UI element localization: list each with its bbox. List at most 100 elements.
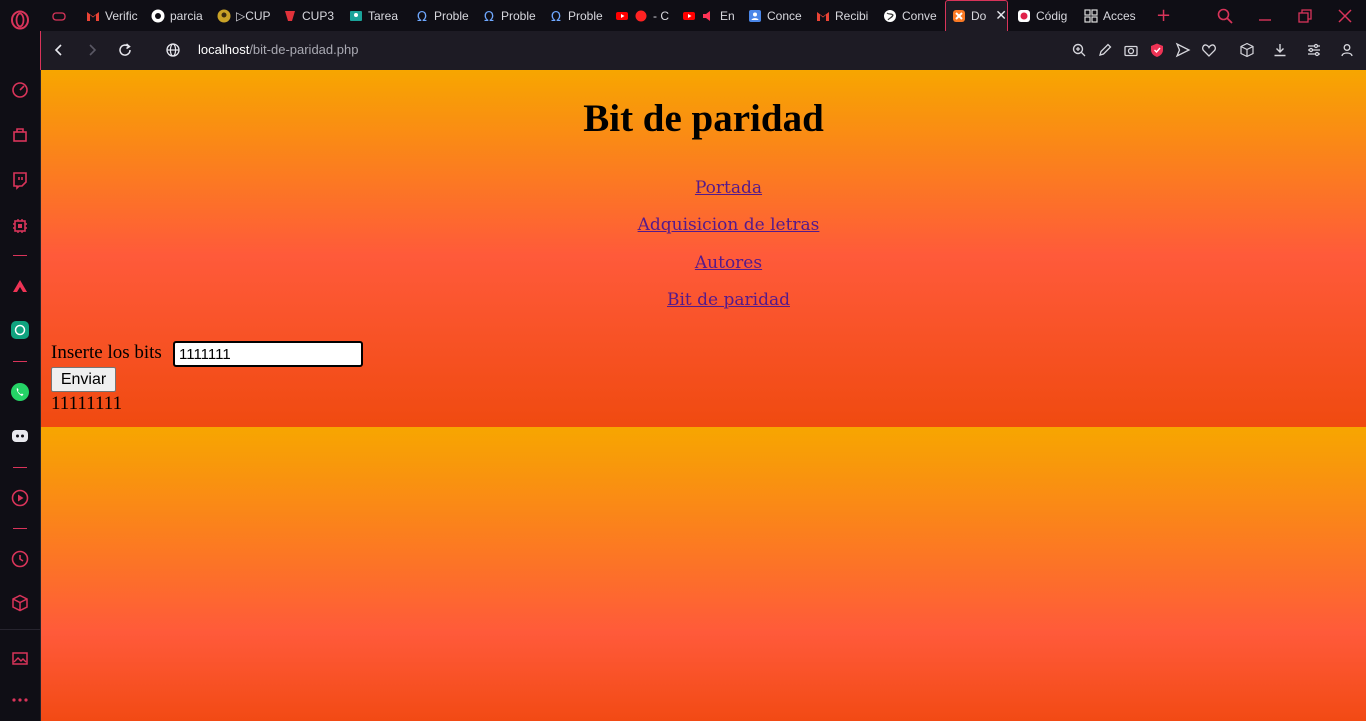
tab[interactable]: Ω Proble <box>476 0 544 31</box>
tab-label: Recibi <box>835 8 869 23</box>
page-viewport: Bit de paridad Portada Adquisicion de le… <box>41 70 1366 721</box>
tab-active[interactable]: Do ✕ <box>945 0 1008 31</box>
send-icon[interactable] <box>1173 40 1193 60</box>
cup-icon <box>283 9 297 23</box>
sidebar-divider <box>0 629 40 630</box>
page-title: Bit de paridad <box>583 97 824 140</box>
tab[interactable]: Verific <box>80 0 148 31</box>
back-icon[interactable] <box>49 40 69 60</box>
restore-icon[interactable] <box>1294 6 1316 26</box>
svg-text:Ω: Ω <box>417 10 427 23</box>
classroom-icon <box>349 9 363 23</box>
nav-link-autores[interactable]: Autores <box>41 253 1366 273</box>
nav-link-portada[interactable]: Portada <box>41 178 1366 198</box>
tab-label: Verific <box>105 8 138 23</box>
minimize-icon[interactable] <box>1254 6 1276 26</box>
zoom-icon[interactable] <box>1069 40 1089 60</box>
tab-label: - C <box>653 8 669 23</box>
camera-icon[interactable] <box>1121 40 1141 60</box>
download-icon[interactable] <box>1270 40 1290 60</box>
gamepad-icon <box>52 9 66 23</box>
extensions-icon[interactable] <box>1237 40 1257 60</box>
bits-label: Inserte los bits <box>51 342 162 363</box>
easy-setup-icon[interactable] <box>1304 40 1324 60</box>
reload-icon[interactable] <box>115 40 135 60</box>
record-icon <box>1017 9 1031 23</box>
youtube-icon <box>615 9 629 23</box>
omega-icon: Ω <box>549 9 563 23</box>
svg-text:Ω: Ω <box>484 10 494 23</box>
site-info-globe-icon[interactable] <box>163 40 183 60</box>
url-host: localhost <box>198 42 250 57</box>
avatar-icon <box>217 9 231 23</box>
grid-icon <box>1084 8 1098 23</box>
forward-icon[interactable] <box>82 40 102 60</box>
more-icon[interactable] <box>8 688 32 712</box>
chatgpt-icon[interactable] <box>8 318 32 342</box>
player-icon[interactable] <box>8 486 32 510</box>
tab-label: Do <box>971 9 987 23</box>
tab[interactable]: Ω Proble <box>543 0 611 31</box>
aria-icon[interactable] <box>8 274 32 298</box>
tab-label: parcia <box>170 8 203 23</box>
recording-dot-icon <box>634 9 648 23</box>
tab[interactable]: Recibi <box>810 0 878 31</box>
youtube-icon <box>682 9 696 23</box>
tab-label: Proble <box>501 8 536 23</box>
submit-button[interactable]: Enviar <box>51 367 116 392</box>
gallery-icon[interactable] <box>8 646 32 670</box>
close-window-icon[interactable] <box>1334 6 1356 26</box>
omega-icon: Ω <box>482 9 496 23</box>
gmail-icon <box>816 9 830 23</box>
tab-label: Proble <box>568 8 603 23</box>
extensions-cube-icon[interactable] <box>8 591 32 615</box>
tab[interactable]: parcia <box>145 0 213 31</box>
opera-logo-icon[interactable] <box>8 8 32 32</box>
bits-input[interactable] <box>173 341 363 367</box>
tab[interactable] <box>46 0 80 31</box>
globe-icon <box>883 9 897 23</box>
tab[interactable]: Acces <box>1078 0 1152 31</box>
tab-label: ▷CUP <box>236 8 271 23</box>
tab-label: Tarea <box>368 8 399 23</box>
history-clock-icon[interactable] <box>8 547 32 571</box>
sidebar-divider <box>13 467 27 468</box>
heart-icon[interactable] <box>1199 40 1219 60</box>
tab[interactable]: Códig <box>1011 0 1079 31</box>
nav-link-adquisicion[interactable]: Adquisicion de letras <box>41 215 1366 235</box>
xampp-icon <box>952 9 966 23</box>
contacts-icon <box>748 9 762 23</box>
discord-icon[interactable] <box>8 424 32 448</box>
nav-link-bit-de-paridad[interactable]: Bit de paridad <box>41 290 1366 310</box>
search-tabs-icon[interactable] <box>1214 6 1236 26</box>
tab[interactable]: Tarea <box>343 0 411 31</box>
tab[interactable]: CUP3 <box>277 0 343 31</box>
tab[interactable]: Ω Proble <box>409 0 477 31</box>
speaker-icon <box>701 9 715 23</box>
shopping-bag-icon[interactable] <box>8 123 32 147</box>
tab-label: Conce <box>767 8 802 23</box>
speed-dial-icon[interactable] <box>8 78 32 102</box>
svg-text:Ω: Ω <box>551 10 561 23</box>
whatsapp-icon[interactable] <box>8 380 32 404</box>
address-field[interactable]: localhost/bit-de-paridad.php <box>198 42 358 57</box>
tab-label: CUP3 <box>302 8 335 23</box>
new-tab-button[interactable]: + <box>1150 0 1180 31</box>
tab[interactable]: ▷CUP <box>211 0 279 31</box>
tab[interactable]: Conve <box>877 0 945 31</box>
tab-label: Conve <box>902 8 937 23</box>
profile-icon[interactable] <box>1337 40 1357 60</box>
tab[interactable]: En <box>676 0 744 31</box>
tab-label: Proble <box>434 8 469 23</box>
parity-result: 11111111 <box>51 393 123 414</box>
twitch-icon[interactable] <box>8 168 32 192</box>
tab[interactable]: Conce <box>742 0 810 31</box>
tab[interactable]: - C <box>609 0 679 31</box>
adblock-shield-icon[interactable] <box>1147 40 1167 60</box>
cpu-icon[interactable] <box>8 214 32 238</box>
github-icon <box>151 9 165 23</box>
close-tab-icon[interactable]: ✕ <box>995 8 1007 24</box>
edit-icon[interactable] <box>1095 40 1115 60</box>
tab-label: En <box>720 8 735 23</box>
tab-label: Códig <box>1036 8 1068 23</box>
